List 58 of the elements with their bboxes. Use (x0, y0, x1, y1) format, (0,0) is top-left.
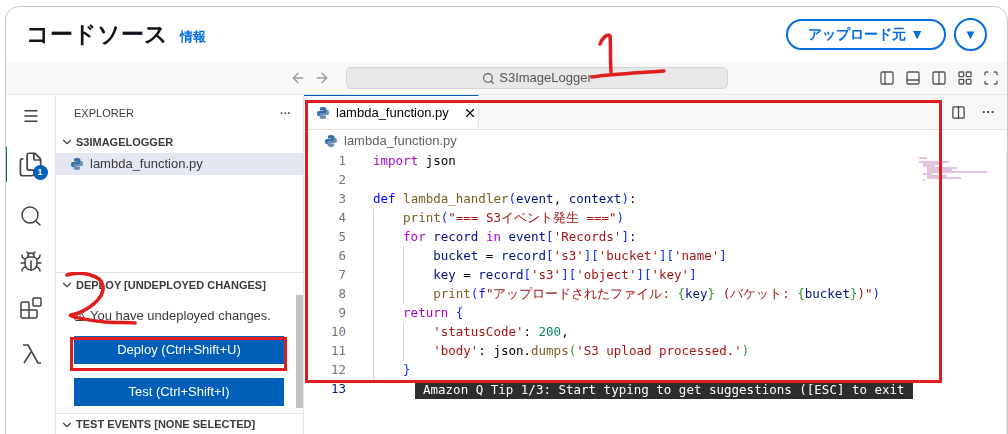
line-number: 10 (329, 323, 346, 342)
deploy-message: You have undeployed changes. (90, 307, 271, 326)
search-icon (482, 71, 496, 85)
line-number: 6 (337, 247, 346, 266)
code-line: print("=== S3イベント発生 ===") (403, 209, 625, 228)
file-item[interactable]: lambda_function.py (56, 153, 303, 175)
line-number: 12 (329, 361, 346, 380)
line-number: 7 (337, 266, 346, 285)
code-line: 'body': json.dumps('S3 upload processed.') (433, 342, 750, 361)
more-actions-icon[interactable]: ··· (280, 104, 291, 122)
sidebar-toggle-icon[interactable] (879, 70, 895, 86)
search-field[interactable]: S3ImageLogger (346, 67, 728, 89)
python-icon (316, 105, 330, 120)
extensions-icon[interactable] (18, 296, 43, 320)
test-events-title[interactable]: TEST EVENTS [NONE SELECTED] (76, 416, 256, 433)
forward-arrow-icon[interactable] (314, 70, 330, 86)
code-line: return { (403, 304, 464, 323)
upload-button[interactable]: アップロード元 ▼ (786, 19, 946, 50)
section-title: コードソース (26, 20, 168, 50)
python-icon (70, 157, 84, 171)
code-line: for record in event['Records']: (403, 228, 637, 247)
code-line: print(f"アップロードされたファイル: {key} (バケット: {bucket})") (433, 285, 881, 304)
menu-icon[interactable] (21, 107, 40, 125)
line-number: 8 (337, 285, 346, 304)
line-number: 9 (337, 304, 346, 323)
split-editor-icon[interactable] (951, 104, 966, 120)
line-number: 1 (337, 152, 346, 171)
breadcrumb[interactable]: lambda_function.py (344, 131, 457, 151)
fullscreen-icon[interactable] (983, 70, 999, 86)
code-line: } (403, 361, 411, 380)
folder-name[interactable]: S3IMAGELOGGER (76, 133, 174, 151)
code-line: bucket = record['s3']['bucket']['name'] (433, 247, 727, 266)
explorer-title: EXPLORER (74, 105, 134, 121)
line-number: 5 (337, 228, 346, 247)
info-link[interactable]: 情報 (180, 26, 206, 47)
code-line: 'statusCode': 200, (433, 323, 569, 342)
layout-icon[interactable] (957, 70, 973, 86)
panel-toggle-icon[interactable] (905, 70, 921, 86)
line-number: 3 (337, 190, 346, 209)
line-number: 2 (337, 171, 346, 190)
split-layout-icon[interactable] (931, 70, 947, 86)
line-number: 11 (329, 342, 346, 361)
code-line: import json (373, 152, 456, 171)
line-number: 4 (337, 209, 346, 228)
run-debug-icon[interactable] (18, 250, 43, 274)
code-line: def lambda_handler(event, context): (373, 190, 637, 209)
python-icon (324, 134, 338, 148)
notification-badge: 1 (32, 165, 48, 180)
explorer-icon[interactable] (17, 151, 44, 178)
more-actions-icon[interactable]: ··· (982, 102, 995, 122)
back-arrow-icon[interactable] (290, 70, 306, 86)
editor-tab[interactable]: lambda_function.py (304, 95, 479, 129)
dropdown-button[interactable]: ▼ (954, 18, 987, 51)
line-number: 13 (329, 380, 346, 399)
test-button[interactable]: Test (Ctrl+Shift+I) (74, 378, 284, 406)
deploy-button[interactable]: Deploy (Ctrl+Shift+U) (74, 336, 284, 364)
code-line: key = record['s3']['object']['key'] (433, 266, 697, 285)
search-icon[interactable] (18, 204, 43, 228)
